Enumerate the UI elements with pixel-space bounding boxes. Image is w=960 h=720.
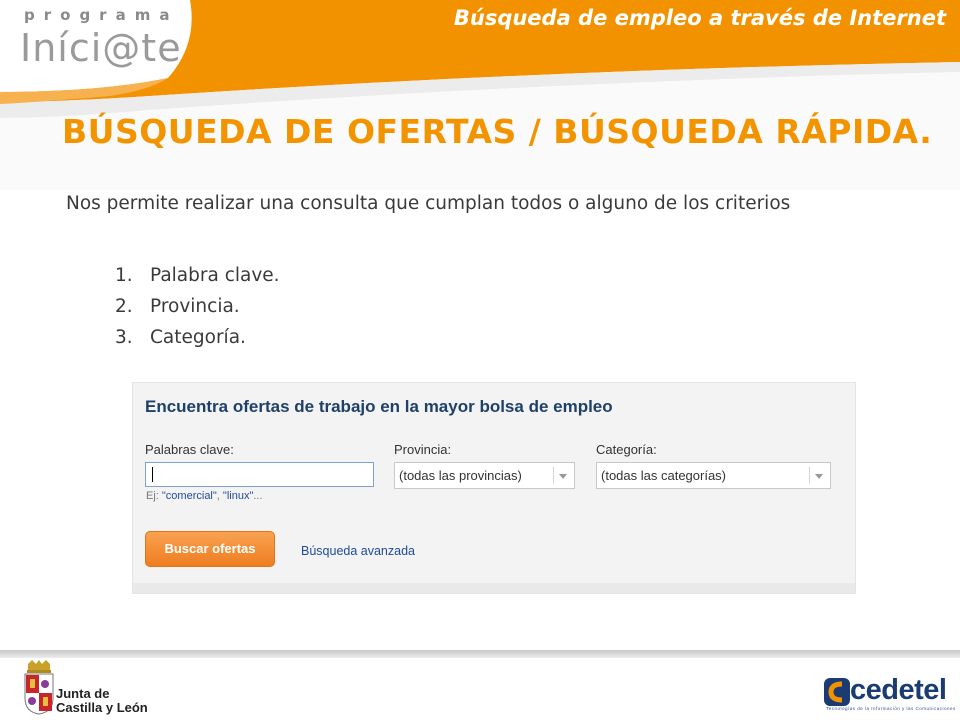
intro-paragraph: Nos permite realizar una consulta que cu…: [66, 193, 791, 214]
cedetel-logo-icon: [824, 678, 850, 706]
list-item-number: 3.: [115, 327, 133, 348]
junta-line-2: Castilla y León: [56, 700, 148, 715]
province-label: Provincia:: [394, 442, 452, 457]
cedetel-logo-text: cedetel: [850, 674, 947, 706]
chevron-down-icon: [815, 474, 823, 479]
keywords-input[interactable]: [145, 462, 374, 487]
select-divider: [809, 467, 810, 484]
header-banner: programa Iníci@te Búsqueda de empleo a t…: [0, 0, 960, 190]
category-selected: (todas las categorías): [601, 468, 727, 483]
widget-title: Encuentra ofertas de trabajo en la mayor…: [145, 397, 613, 416]
category-select[interactable]: (todas las categorías): [596, 462, 831, 489]
widget-bottom-strip: [133, 583, 855, 593]
hint-example-comercial: "comercial": [161, 490, 217, 502]
select-divider: [553, 467, 554, 484]
province-selected: (todas las provincias): [399, 468, 522, 483]
list-item: 2. Provincia.: [115, 294, 280, 325]
list-item-label: Palabra clave.: [150, 265, 280, 286]
program-name: Iníci@te: [20, 26, 182, 70]
keywords-hint: Ej: "comercial", "linux"...: [146, 490, 263, 502]
hint-prefix: Ej:: [146, 490, 162, 502]
list-item: 3. Categoría.: [115, 325, 280, 356]
list-item-number: 2.: [115, 296, 133, 317]
hint-example-linux: "linux": [222, 490, 254, 502]
footer-divider: [0, 650, 960, 658]
text-caret: [152, 467, 153, 482]
junta-logo-text: Junta de Castilla y León: [56, 687, 148, 715]
category-label: Categoría:: [596, 442, 657, 457]
cedetel-tagline: Tecnologías de la Información y las Comu…: [826, 706, 956, 711]
keywords-label: Palabras clave:: [145, 442, 234, 457]
list-item-label: Categoría.: [150, 327, 246, 348]
province-select[interactable]: (todas las provincias): [394, 462, 575, 489]
program-label: programa: [24, 6, 179, 24]
document-title: Búsqueda de empleo a través de Internet: [453, 6, 946, 30]
search-offers-button[interactable]: Buscar ofertas: [145, 531, 275, 567]
chevron-down-icon: [559, 474, 567, 479]
list-item: 1. Palabra clave.: [115, 263, 280, 294]
slide-title: BÚSQUEDA DE OFERTAS / BÚSQUEDA RÁPIDA.: [62, 112, 933, 151]
list-item-label: Provincia.: [150, 296, 240, 317]
program-logo: Iníci@te: [20, 26, 182, 70]
junta-line-1: Junta de: [56, 686, 110, 701]
list-item-number: 1.: [115, 265, 133, 286]
advanced-search-link[interactable]: Búsqueda avanzada: [301, 544, 415, 558]
criteria-list: 1. Palabra clave. 2. Provincia. 3. Categorí…: [115, 263, 280, 356]
coat-of-arms-icon: [24, 660, 54, 715]
hint-suffix: ...: [253, 490, 263, 502]
search-widget: Encuentra ofertas de trabajo en la mayor…: [132, 382, 856, 594]
